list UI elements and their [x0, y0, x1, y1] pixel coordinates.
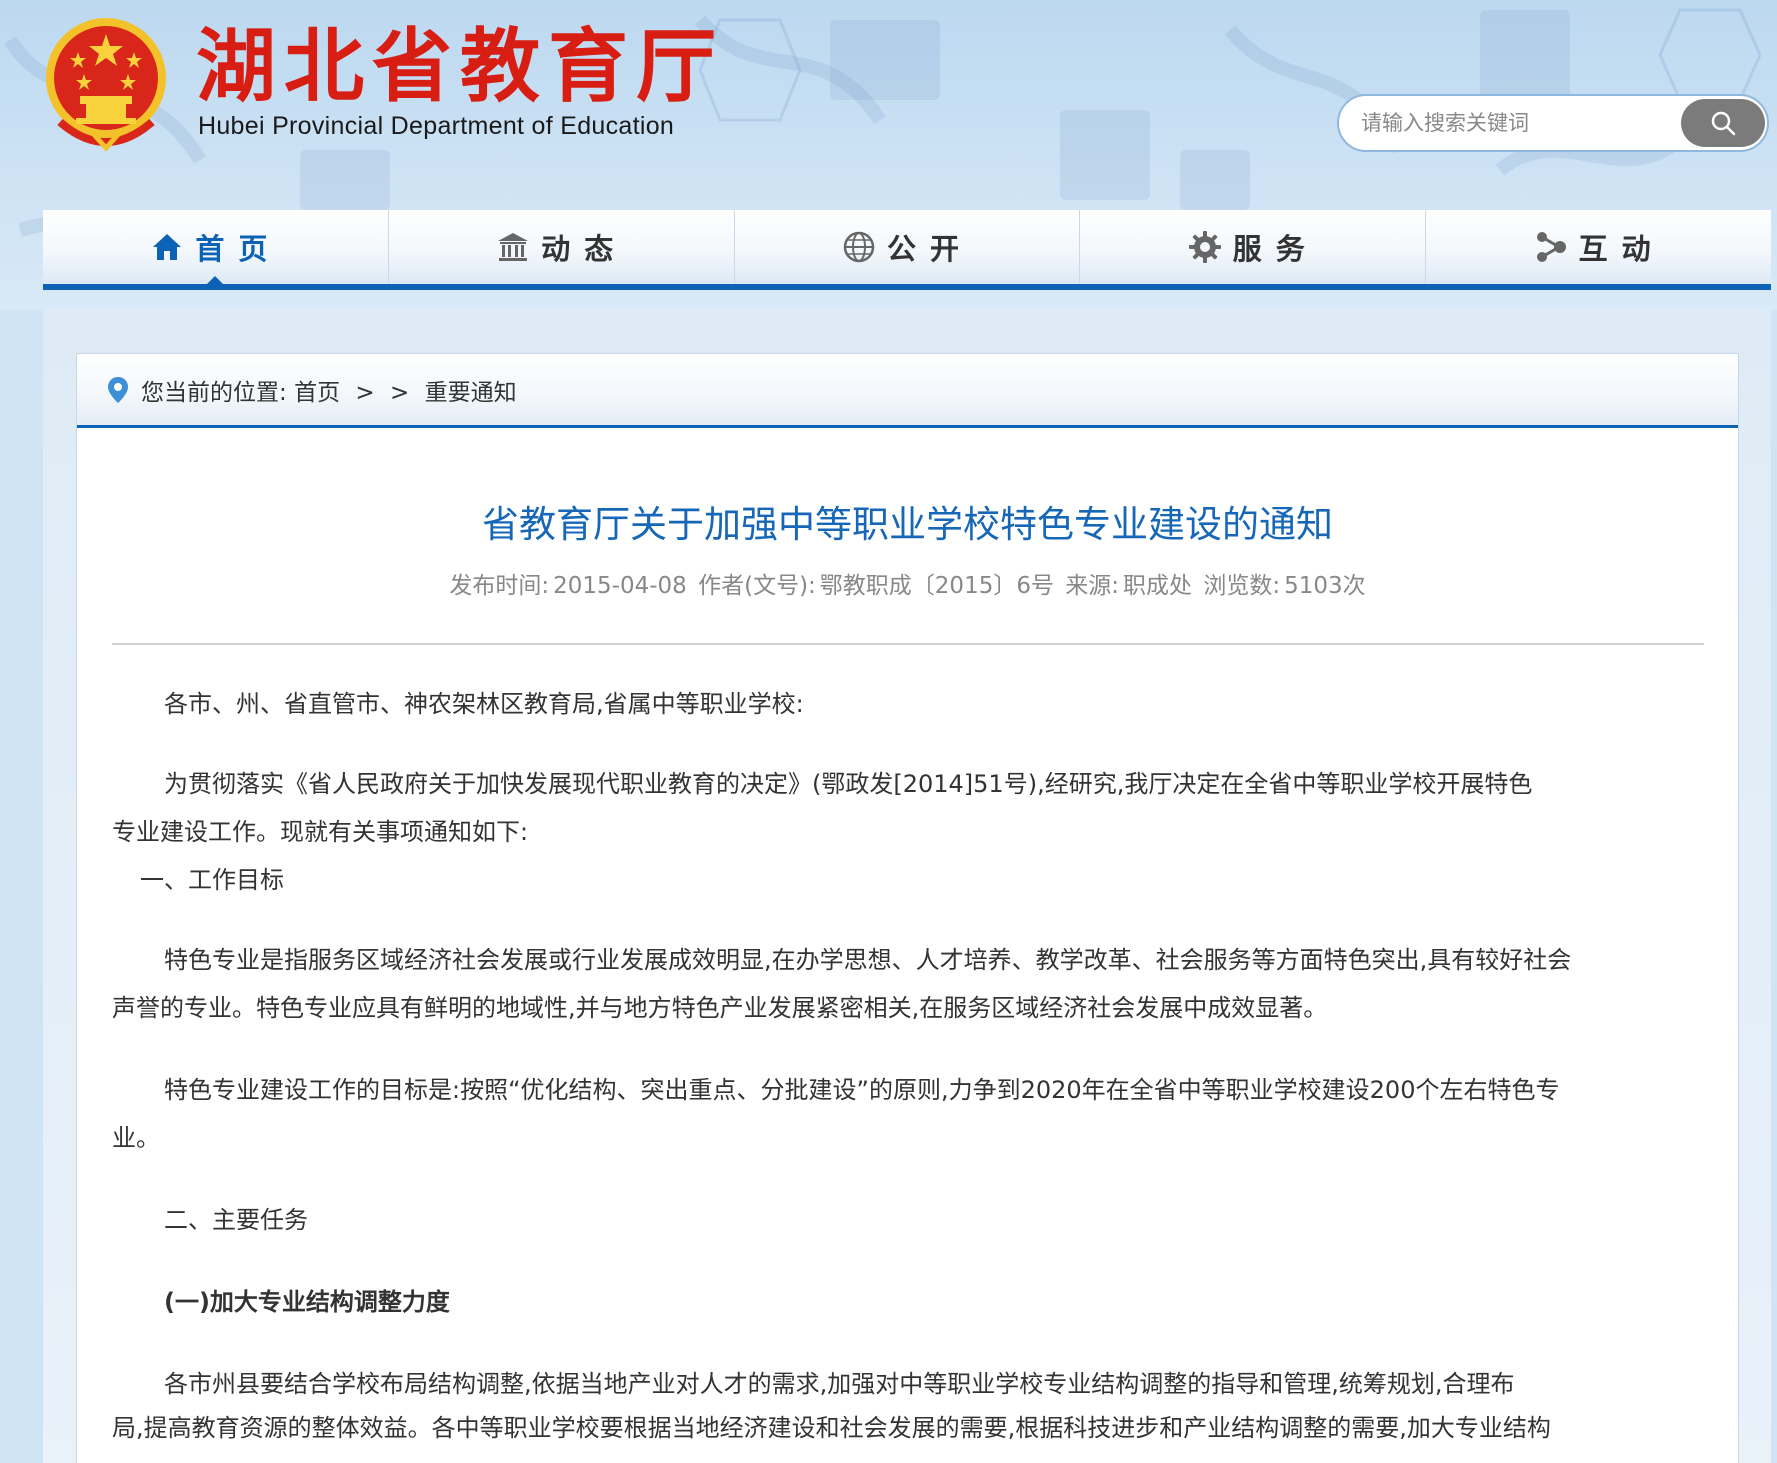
national-emblem-icon: [46, 18, 166, 152]
nav-item-interact[interactable]: 互动: [1426, 210, 1771, 284]
meta-source: 职成处: [1123, 573, 1193, 599]
article-meta: 发布时间: 2015-04-08 作者(文号): 鄂教职成〔2015〕6号 来源: 职…: [77, 566, 1738, 600]
breadcrumb: 您当前的位置: 首页 > > 重要通知: [77, 354, 1738, 428]
meta-author: 鄂教职成〔2015〕6号: [819, 573, 1054, 599]
globe-icon: [843, 231, 875, 263]
title-divider: [112, 643, 1704, 645]
meta-source-label: 来源:: [1065, 573, 1120, 599]
location-pin-icon: [108, 376, 128, 403]
nav-label-service: 服务: [1232, 232, 1319, 266]
main-nav: 首页 动态 公开 服务 互动: [43, 210, 1771, 290]
paragraph-line: 局,提高教育资源的整体效益。各中等职业学校要根据当地经济建设和社会发展的需要,根…: [112, 1414, 1551, 1442]
paragraph-line: 各市、州、省直管市、神农架林区教育局,省属中等职业学校:: [164, 690, 804, 718]
content-panel: 您当前的位置: 首页 > > 重要通知 省教育厅关于加强中等职业学校特色专业建设…: [76, 353, 1739, 1463]
gear-icon: [1188, 231, 1221, 263]
search-button[interactable]: [1681, 99, 1765, 147]
share-icon: [1536, 232, 1566, 262]
home-icon: [153, 234, 182, 260]
search-box: [1337, 94, 1769, 152]
building-icon: [498, 233, 529, 261]
meta-publish-label: 发布时间:: [449, 573, 550, 599]
breadcrumb-current-link[interactable]: 重要通知: [425, 380, 517, 406]
paragraph-line: 特色专业建设工作的目标是:按照“优化结构、突出重点、分批建设”的原则,力争到20…: [164, 1076, 1560, 1104]
paragraph-line: 各市州县要结合学校布局结构调整,依据当地产业对人才的需求,加强对中等职业学校专业…: [164, 1370, 1515, 1398]
nav-item-news[interactable]: 动态: [389, 210, 735, 284]
breadcrumb-prefix: 您当前的位置:: [141, 379, 287, 406]
active-indicator: [206, 276, 225, 285]
site-subtitle: Hubei Provincial Department of Education: [198, 112, 675, 140]
nav-label-news: 动态: [541, 232, 628, 266]
paragraph-line: 业。: [112, 1124, 160, 1152]
breadcrumb-separator: >: [389, 379, 410, 406]
breadcrumb-home-link[interactable]: 首页: [294, 380, 340, 406]
nav-label-public: 公开: [886, 232, 973, 266]
paragraph-line: 专业建设工作。现就有关事项通知如下:: [112, 818, 529, 846]
site-title[interactable]: 湖北省教育厅: [196, 22, 724, 112]
article-title: 省教育厅关于加强中等职业学校特色专业建设的通知: [482, 503, 1333, 546]
nav-item-service[interactable]: 服务: [1080, 210, 1427, 284]
meta-views-label: 浏览数:: [1203, 573, 1281, 599]
subsection-heading: (一)加大专业结构调整力度: [164, 1288, 450, 1316]
paragraph-line: 为贯彻落实《省人民政府关于加快发展现代职业教育的决定》(鄂政发[2014]51号…: [164, 770, 1533, 798]
paragraph-line: 声誉的专业。特色专业应具有鲜明的地域性,并与地方特色产业发展紧密相关,在服务区域…: [112, 994, 1328, 1022]
nav-label-home: 首页: [195, 232, 282, 266]
meta-publish-date: 2015-04-08: [553, 573, 687, 599]
meta-views: 5103次: [1284, 573, 1366, 599]
section-heading: 一、工作目标: [140, 866, 284, 894]
breadcrumb-separator: >: [355, 379, 375, 406]
nav-item-home[interactable]: 首页: [43, 210, 389, 285]
nav-label-interact: 互动: [1578, 232, 1665, 266]
nav-item-public[interactable]: 公开: [735, 210, 1081, 284]
paragraph-line: 特色专业是指服务区域经济社会发展或行业发展成效明显,在办学思想、人才培养、教学改…: [164, 946, 1572, 974]
section-heading: 二、主要任务: [164, 1206, 308, 1234]
search-icon: [1711, 111, 1736, 136]
search-input[interactable]: [1361, 96, 1661, 150]
meta-author-label: 作者(文号):: [698, 573, 816, 599]
